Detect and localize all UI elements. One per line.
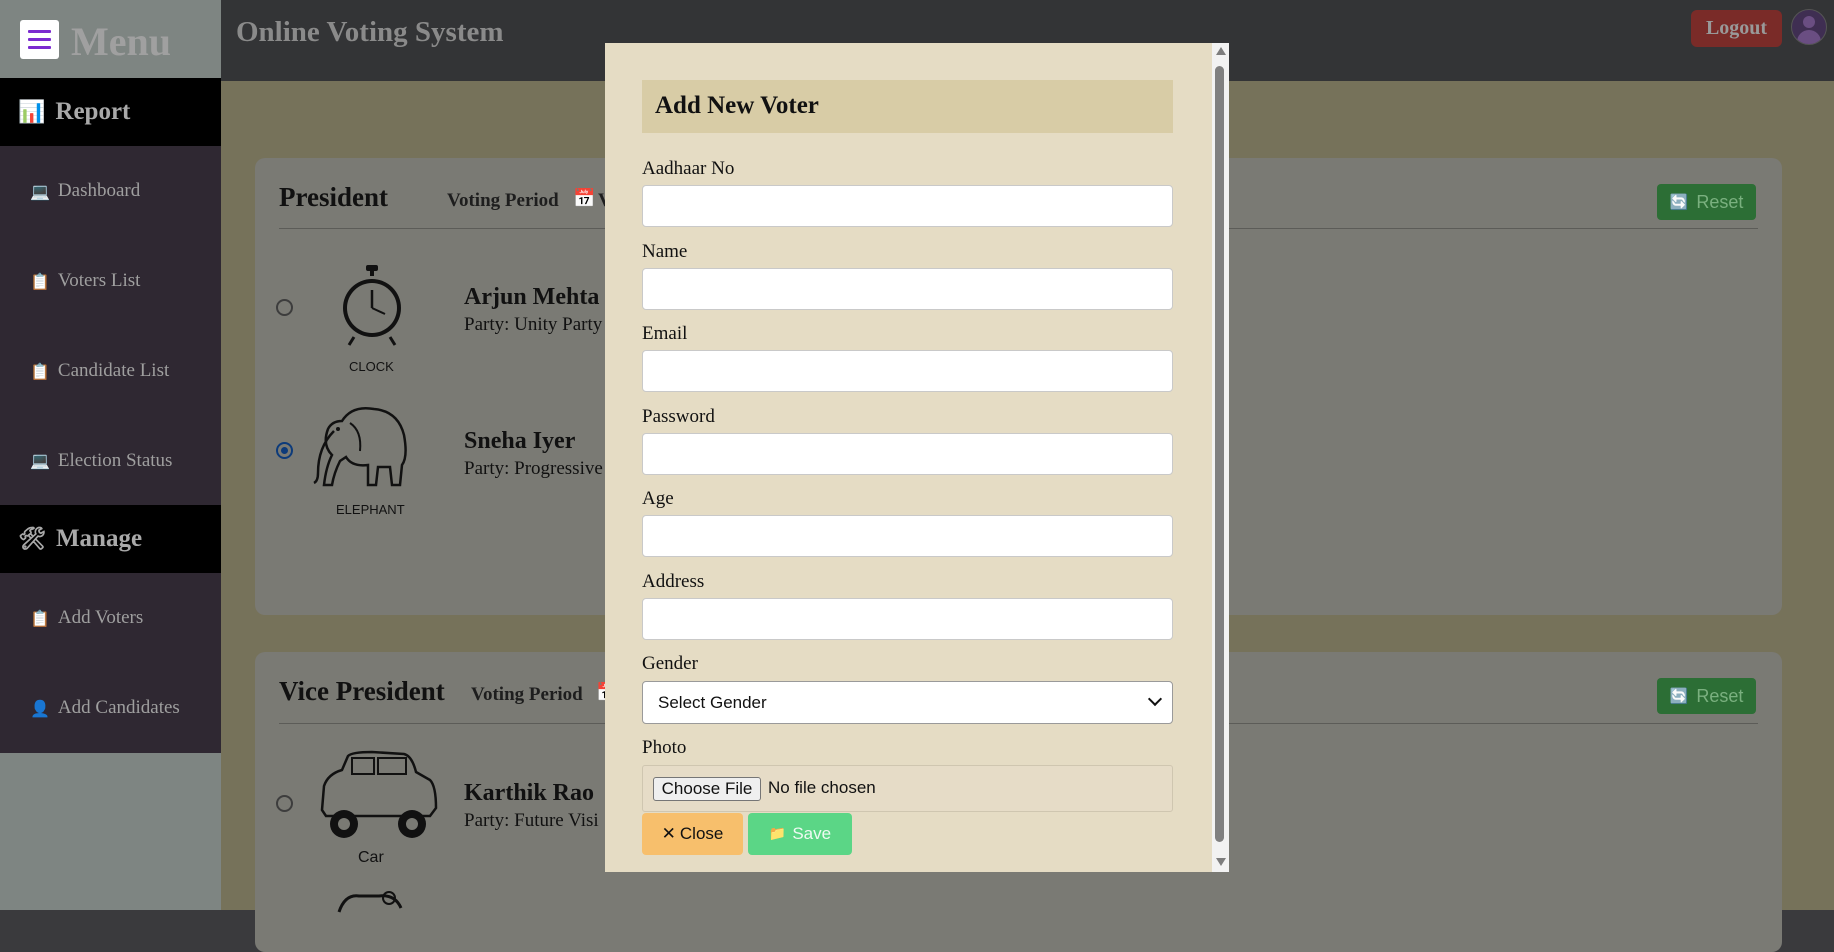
sidebar-item-label: Dashboard (57, 180, 141, 201)
name-input[interactable] (642, 268, 1173, 310)
sidebar-section-report[interactable]: 📊 Report (0, 78, 221, 146)
candidate-name: Arjun Mehta (464, 284, 600, 310)
modal-scrollbar[interactable] (1212, 43, 1229, 872)
candidate-symbol-label: Car (358, 849, 384, 866)
tools-icon: 🛠 (18, 526, 46, 552)
sidebar-item-label: Add Candidates (57, 697, 180, 718)
bar-chart-icon: 📊 (18, 99, 46, 125)
password-label: Password (642, 406, 715, 427)
sidebar-item-election-status[interactable]: 💻 Election Status (0, 416, 221, 505)
candidate-party: Party: Unity Party (464, 314, 603, 335)
election-position-title: Vice President (279, 676, 445, 706)
candidate-radio[interactable] (276, 795, 293, 812)
sidebar-item-dashboard[interactable]: 💻 Dashboard (0, 146, 221, 236)
refresh-icon: 🔄 (1669, 193, 1689, 211)
clipboard-plus-icon: 📋 (30, 608, 50, 628)
candidate-symbol-label: ELEPHANT (336, 502, 405, 517)
save-button-label: Save (792, 824, 832, 843)
laptop-icon: 💻 (30, 451, 50, 470)
app-title: Online Voting System (236, 16, 504, 48)
menu-title: Menu (71, 19, 171, 64)
laptop-icon: 💻 (30, 181, 50, 201)
sidebar-item-add-voters[interactable]: 📋 Add Voters (0, 573, 221, 663)
candidate-party: Party: Progressive (464, 458, 603, 479)
sidebar-item-label: Candidate List (57, 360, 170, 381)
add-voter-modal: Add New Voter Aadhaar No Name Email Pass… (605, 43, 1229, 872)
reset-button[interactable]: 🔄 Reset (1657, 678, 1756, 714)
candidate-radio[interactable] (276, 442, 293, 459)
photo-label: Photo (642, 737, 687, 758)
candidate-name: Karthik Rao (464, 780, 595, 806)
clock-symbol-icon (343, 265, 401, 346)
close-button-label: Close (679, 824, 724, 843)
sidebar-section-label: Report (55, 98, 131, 125)
aadhaar-input[interactable] (642, 185, 1173, 227)
refresh-icon: 🔄 (1669, 687, 1689, 705)
gender-select-value: Select Gender (658, 693, 767, 712)
scrollbar-thumb[interactable] (1215, 66, 1224, 842)
sidebar-item-voters-list[interactable]: 📋 Voters List (0, 236, 221, 326)
scroll-down-arrow-icon[interactable] (1216, 858, 1226, 866)
sidebar-section-manage[interactable]: 🛠 Manage (0, 505, 221, 573)
reset-button-label: Reset (1696, 191, 1744, 212)
email-input[interactable] (642, 350, 1173, 392)
sidebar-header: Menu (0, 0, 221, 78)
car-symbol-icon (320, 750, 438, 838)
address-label: Address (642, 571, 705, 592)
elephant-symbol-icon (313, 407, 407, 487)
calendar-icon: 📅 (573, 188, 596, 209)
chevron-down-icon (1147, 691, 1163, 707)
gender-select[interactable]: Select Gender (642, 681, 1173, 724)
address-input[interactable] (642, 598, 1173, 640)
candidate-symbol-label: CLOCK (349, 359, 394, 374)
file-status-text: No file chosen (768, 778, 876, 797)
sidebar-item-candidate-list[interactable]: 📋 Candidate List (0, 326, 221, 416)
photo-file-input[interactable]: Choose File No file chosen (642, 765, 1173, 812)
save-button[interactable]: 📁 Save (748, 813, 852, 855)
logout-button[interactable]: Logout (1691, 10, 1782, 47)
sidebar-item-label: Voters List (57, 270, 141, 291)
hamburger-menu-icon[interactable] (20, 20, 59, 59)
election-position-title: President (279, 182, 388, 212)
folder-icon: 📁 (768, 826, 787, 842)
scroll-up-arrow-icon[interactable] (1216, 47, 1226, 55)
aadhaar-label: Aadhaar No (642, 158, 735, 179)
name-label: Name (642, 241, 688, 262)
candidate-name: Sneha Iyer (464, 428, 576, 454)
choose-file-button[interactable]: Choose File (653, 777, 761, 801)
avatar-icon[interactable] (1791, 9, 1827, 45)
sidebar-section-label: Manage (55, 525, 143, 552)
gender-label: Gender (642, 653, 698, 674)
voting-period-label: Voting Period (471, 684, 583, 705)
modal-header: Add New Voter (642, 80, 1173, 133)
age-input[interactable] (642, 515, 1173, 557)
sidebar: Menu 📊 Report 💻 Dashboard 📋 Voters List … (0, 0, 221, 910)
close-button[interactable]: ✕ Close (642, 813, 743, 855)
sidebar-item-add-candidates[interactable]: 👤 Add Candidates (0, 663, 221, 753)
reset-button-label: Reset (1696, 685, 1744, 706)
modal-title: Add New Voter (655, 92, 819, 119)
sidebar-item-label: Election Status (57, 449, 173, 471)
candidate-radio[interactable] (276, 299, 293, 316)
clipboard-icon: 📋 (30, 271, 50, 291)
email-label: Email (642, 323, 688, 344)
clipboard-icon: 📋 (30, 361, 50, 381)
close-icon: ✕ (661, 824, 676, 844)
sidebar-item-label: Add Voters (57, 607, 144, 628)
user-icon: 👤 (30, 698, 50, 718)
password-input[interactable] (642, 433, 1173, 475)
candidate-party: Party: Future Visi (464, 810, 599, 831)
voting-period-label: Voting Period (447, 190, 559, 211)
reset-button[interactable]: 🔄 Reset (1657, 184, 1756, 220)
age-label: Age (642, 488, 674, 509)
